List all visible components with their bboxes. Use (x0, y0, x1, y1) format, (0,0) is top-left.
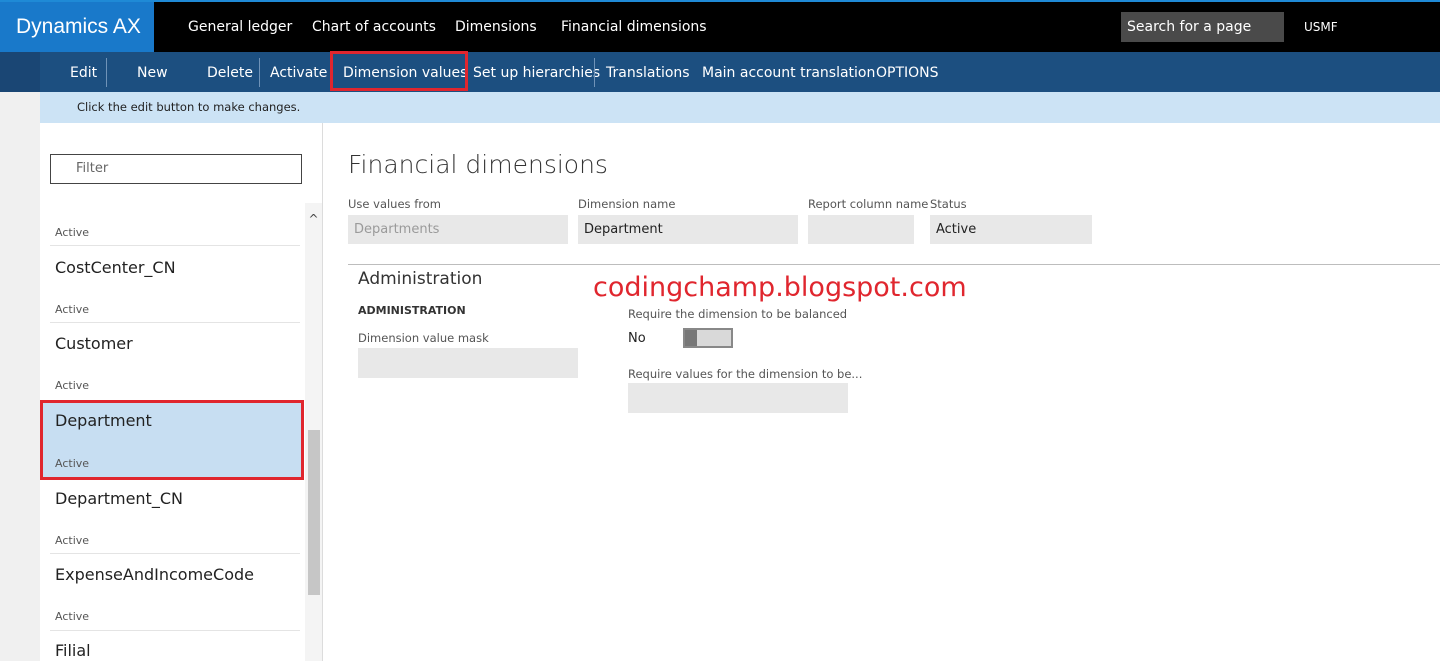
require-balanced-toggle[interactable] (683, 328, 733, 348)
list-item-status: Active (55, 610, 90, 623)
search-input[interactable]: Search for a page (1121, 12, 1284, 42)
action-separator (259, 58, 260, 87)
activate-button[interactable]: Activate (270, 52, 327, 92)
list-divider (50, 245, 300, 246)
status-label: Status (930, 197, 967, 211)
filter-input[interactable]: Filter (50, 154, 302, 184)
action-separator (594, 58, 595, 87)
list-item-status: Active (55, 534, 90, 547)
watermark-text: codingchamp.blogspot.com (593, 272, 967, 303)
list-divider (50, 553, 300, 554)
message-text: Click the edit button to make changes. (77, 100, 301, 114)
dimension-list-pane: Filter Active CostCenter_CN Active Custo… (40, 123, 323, 661)
message-bar: Click the edit button to make changes. (40, 92, 1440, 123)
action-pane: Edit New Delete Activate Dimension value… (0, 52, 1440, 92)
list-item-status: Active (55, 226, 90, 239)
administration-group-title: ADMINISTRATION (358, 304, 466, 317)
section-divider (348, 264, 1440, 265)
list-item-title[interactable]: Department (55, 411, 152, 430)
list-item-status: Active (55, 303, 90, 316)
breadcrumb-general-ledger[interactable]: General ledger (188, 2, 292, 52)
list-item-status: Active (55, 457, 90, 470)
translations-button[interactable]: Translations (606, 52, 690, 92)
top-navigation-bar: Dynamics AX General ledger Chart of acco… (0, 0, 1440, 52)
report-column-name-field[interactable] (808, 215, 914, 244)
list-item-title[interactable]: ExpenseAndIncomeCode (55, 565, 254, 584)
require-balanced-label: Require the dimension to be balanced (628, 307, 848, 321)
options-tab[interactable]: OPTIONS (876, 52, 939, 92)
breadcrumb-dimensions[interactable]: Dimensions (455, 2, 537, 52)
set-up-hierarchies-button[interactable]: Set up hierarchies (473, 52, 600, 92)
list-item-title[interactable]: Filial (55, 641, 91, 660)
dimension-value-mask-label: Dimension value mask (358, 331, 489, 345)
list-item-title[interactable]: CostCenter_CN (55, 258, 176, 277)
report-column-name-label: Report column name (808, 197, 929, 211)
status-field[interactable]: Active (930, 215, 1092, 244)
use-values-from-label: Use values from (348, 197, 441, 211)
administration-section-header[interactable]: Administration (358, 269, 482, 289)
scroll-up-icon[interactable]: ^ (307, 213, 320, 226)
use-values-from-field[interactable]: Departments (348, 215, 568, 244)
breadcrumb-chart-of-accounts[interactable]: Chart of accounts (312, 2, 436, 52)
require-values-field[interactable] (628, 383, 848, 413)
dimension-value-mask-field[interactable] (358, 348, 578, 378)
dimension-name-label: Dimension name (578, 197, 676, 211)
list-divider (50, 630, 300, 631)
new-button[interactable]: New (137, 52, 168, 92)
list-item-title[interactable]: Customer (55, 334, 133, 353)
scrollbar-thumb[interactable] (308, 430, 320, 595)
left-gutter (0, 92, 40, 661)
app-title[interactable]: Dynamics AX (0, 2, 154, 52)
breadcrumb-financial-dimensions[interactable]: Financial dimensions (561, 2, 707, 52)
toggle-knob (685, 330, 697, 346)
company-selector[interactable]: USMF (1304, 2, 1338, 52)
toggle-track (697, 330, 731, 346)
require-balanced-value: No (628, 331, 646, 346)
action-separator (106, 58, 107, 87)
require-values-label: Require values for the dimension to be..… (628, 367, 863, 381)
list-item-title[interactable]: Department_CN (55, 489, 183, 508)
main-account-translation-button[interactable]: Main account translation (702, 52, 875, 92)
dimension-name-field[interactable]: Department (578, 215, 798, 244)
list-item-status: Active (55, 379, 90, 392)
action-pane-left-pad (0, 52, 40, 92)
highlight-annotation-dimension-values (330, 51, 468, 91)
page-title: Financial dimensions (348, 150, 608, 179)
edit-button[interactable]: Edit (70, 52, 97, 92)
delete-button[interactable]: Delete (207, 52, 253, 92)
list-divider (50, 322, 300, 323)
